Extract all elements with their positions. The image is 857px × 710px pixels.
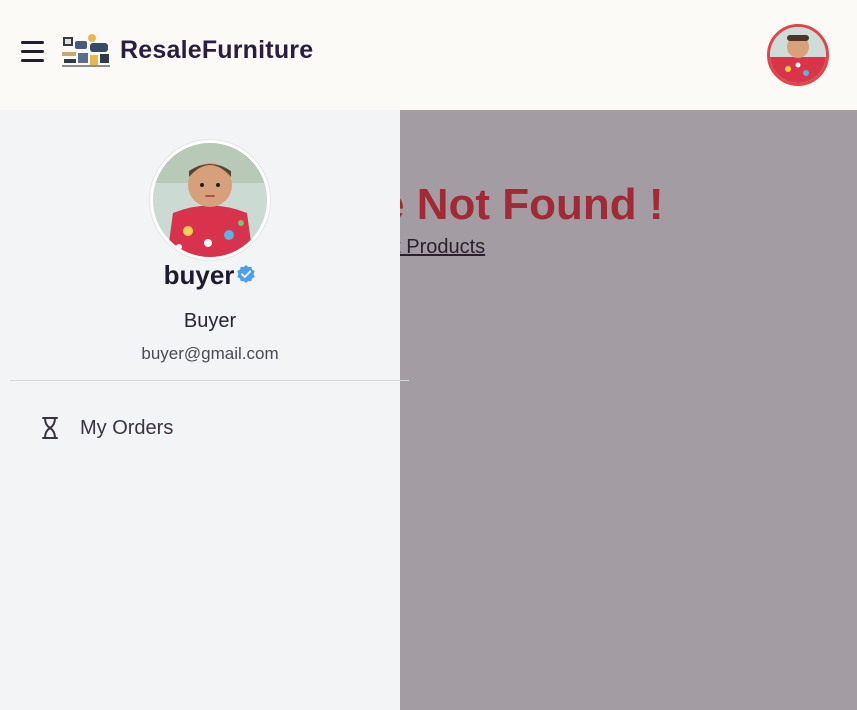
furniture-logo[interactable] [62,32,110,70]
profile-avatar [150,140,270,260]
divider [10,380,409,381]
hourglass-icon [42,417,58,439]
top-navbar: ResaleFurniture [0,0,857,110]
brand-name[interactable]: ResaleFurniture [120,36,313,65]
user-avatar[interactable] [767,24,829,86]
user-role: Buyer [183,310,237,332]
hamburger-menu-icon[interactable] [21,41,44,63]
not-found-heading: e Not Found ! [380,180,664,229]
user-name: buyer [163,260,235,290]
menu-item-my-orders[interactable]: My Orders [20,405,380,451]
verified-badge-icon [237,265,256,283]
sidebar-drawer: buyer Buyer buyer@gmail.com My Orders [0,110,409,710]
user-email: buyer@gmail.com [141,344,279,363]
user-name-row: buyer [0,260,420,291]
menu-item-label: My Orders [80,416,174,439]
